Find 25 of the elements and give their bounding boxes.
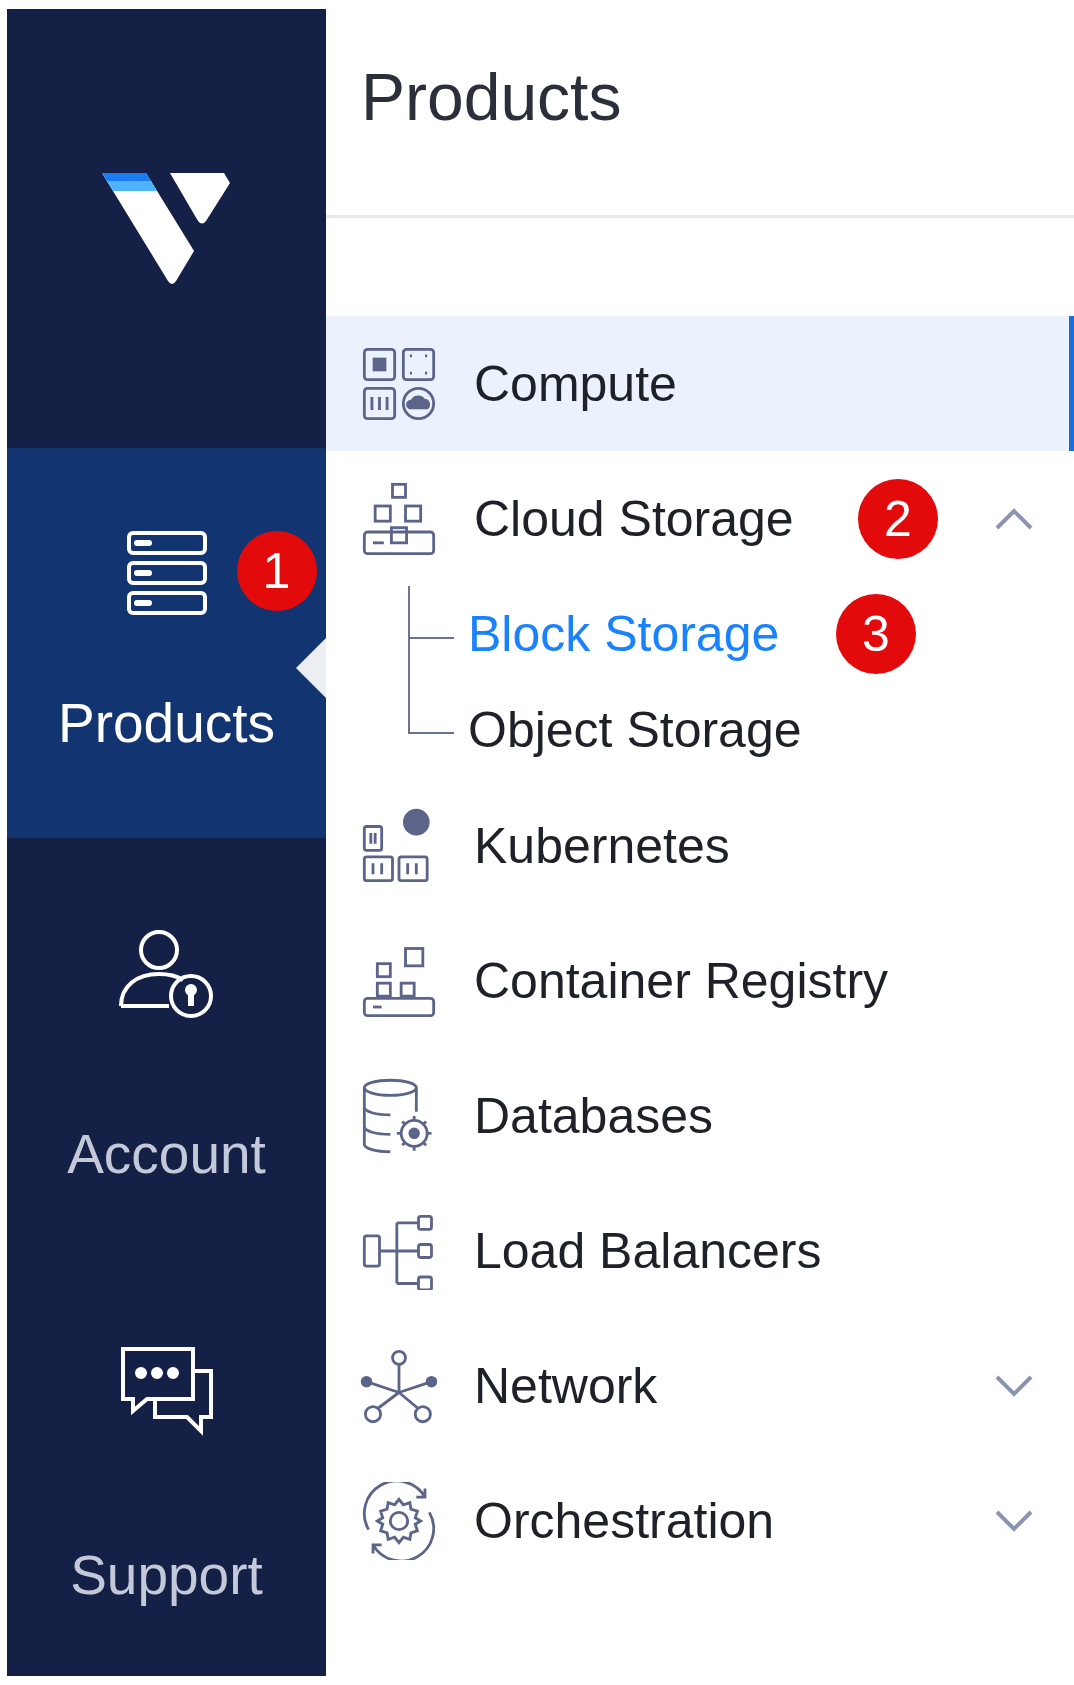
chevron-down-icon[interactable] [994,1508,1034,1533]
nav-item[interactable]: Products [57,690,275,755]
nav-item[interactable]: Support [70,1543,263,1608]
menu-item[interactable]: Kubernetes [326,778,1074,913]
count-badge: 2 [858,478,938,559]
selection-pointer [296,638,326,699]
gear-cycle-icon [360,1481,438,1560]
nav-item[interactable]: Account [67,1122,266,1187]
count-badge: 3 [836,594,916,674]
menu-item[interactable]: Load Balancers [326,1183,1074,1318]
panel-title: Products [361,60,622,134]
menu-item[interactable]: Compute [326,316,1074,451]
chevron-down-icon[interactable] [994,1373,1034,1398]
submenu-item[interactable]: Object Storage [468,701,836,759]
menu-item[interactable]: Orchestration [326,1453,1074,1588]
chevron-up-icon[interactable] [994,506,1034,531]
menu-item[interactable]: Databases [326,1048,1074,1183]
menu-item[interactable]: Container Registry [326,913,1074,1048]
menu-item[interactable]: Cloud Storage 2 [326,451,1074,586]
user-lock-icon [118,928,215,1019]
count-badge: 1 [236,530,317,611]
menu-item[interactable]: Network [326,1318,1074,1453]
submenu-item[interactable]: Block Storage [468,605,836,663]
server-stack-icon [126,530,207,615]
logo[interactable] [101,172,232,285]
